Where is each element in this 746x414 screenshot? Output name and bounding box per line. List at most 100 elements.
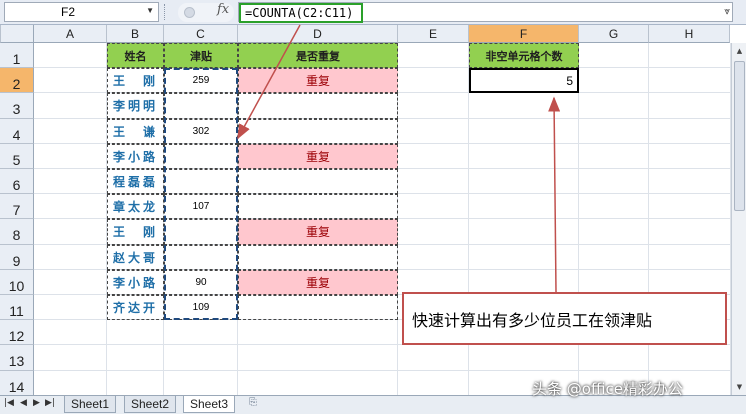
row-header-3[interactable]: 3 xyxy=(0,93,34,119)
cell[interactable] xyxy=(34,143,107,169)
column-header-d[interactable]: D xyxy=(238,25,398,43)
header-result[interactable]: 非空单元格个数 xyxy=(469,43,579,69)
column-header-f[interactable]: F xyxy=(469,25,579,43)
cell[interactable] xyxy=(164,370,238,396)
cell[interactable] xyxy=(398,370,469,396)
cell-duplicate[interactable] xyxy=(238,93,398,119)
cell[interactable] xyxy=(469,244,579,270)
cell[interactable] xyxy=(398,194,469,220)
cell[interactable] xyxy=(579,143,649,169)
prev-sheet-icon[interactable]: ◀ xyxy=(20,398,27,408)
cell-allowance[interactable]: 259 xyxy=(164,68,238,94)
cell[interactable] xyxy=(398,68,469,94)
cell[interactable] xyxy=(107,320,164,346)
cell[interactable] xyxy=(164,320,238,346)
cell[interactable] xyxy=(579,43,649,69)
cell[interactable] xyxy=(579,68,649,94)
cell[interactable] xyxy=(649,43,731,69)
cell-name[interactable]: 王 刚 xyxy=(107,219,164,245)
cell-allowance[interactable]: 107 xyxy=(164,194,238,220)
cell[interactable] xyxy=(649,68,731,94)
cell[interactable] xyxy=(34,219,107,245)
column-header-b[interactable]: B xyxy=(107,25,164,43)
cell-name[interactable]: 王 谦 xyxy=(107,118,164,144)
cell[interactable] xyxy=(398,93,469,119)
row-header-10[interactable]: 10 xyxy=(0,269,34,295)
header-allowance[interactable]: 津贴 xyxy=(164,43,238,69)
scroll-up-icon[interactable]: ▲ xyxy=(733,44,746,58)
cell-duplicate[interactable] xyxy=(238,244,398,270)
tab-sheet3[interactable]: Sheet3 xyxy=(183,396,236,413)
cell[interactable] xyxy=(649,194,731,220)
cell-name[interactable]: 齐达开 xyxy=(107,295,164,321)
cell[interactable] xyxy=(34,68,107,94)
cell[interactable] xyxy=(34,370,107,396)
cell-name[interactable]: 王 刚 xyxy=(107,68,164,94)
row-header-11[interactable]: 11 xyxy=(0,295,34,321)
cell-name[interactable]: 李明明 xyxy=(107,93,164,119)
cell[interactable] xyxy=(398,244,469,270)
cell[interactable] xyxy=(579,169,649,195)
tab-sheet2[interactable]: Sheet2 xyxy=(124,396,177,413)
cell[interactable] xyxy=(649,244,731,270)
cell[interactable] xyxy=(34,118,107,144)
scroll-thumb[interactable] xyxy=(734,61,745,211)
insert-function-icon[interactable]: fx xyxy=(217,2,229,17)
header-duplicate[interactable]: 是否重复 xyxy=(238,43,398,69)
cell[interactable] xyxy=(34,93,107,119)
cell[interactable] xyxy=(649,118,731,144)
cancel-dot-icon[interactable] xyxy=(184,7,195,18)
cell[interactable] xyxy=(469,143,579,169)
cell-name[interactable]: 李小路 xyxy=(107,269,164,295)
cell[interactable] xyxy=(579,93,649,119)
cell-duplicate[interactable]: 重复 xyxy=(238,143,398,169)
row-header-12[interactable]: 12 xyxy=(0,320,34,346)
cell[interactable] xyxy=(469,169,579,195)
row-header-9[interactable]: 9 xyxy=(0,244,34,270)
formula-input[interactable]: =COUNTA(C2:C11) ⩔ xyxy=(238,2,733,23)
cell-allowance[interactable] xyxy=(164,143,238,169)
formula-bar-separator[interactable] xyxy=(164,4,170,20)
expand-formula-icon[interactable]: ⩔ xyxy=(724,6,730,17)
cell-allowance[interactable] xyxy=(164,93,238,119)
cell[interactable] xyxy=(579,118,649,144)
cell[interactable] xyxy=(649,143,731,169)
cell-duplicate[interactable] xyxy=(238,295,398,321)
cell-name[interactable]: 章太龙 xyxy=(107,194,164,220)
cell-duplicate[interactable]: 重复 xyxy=(238,269,398,295)
row-header-6[interactable]: 6 xyxy=(0,169,34,195)
cell[interactable] xyxy=(579,219,649,245)
cell[interactable] xyxy=(398,43,469,69)
cell[interactable] xyxy=(34,345,107,371)
cell[interactable] xyxy=(34,169,107,195)
cell[interactable] xyxy=(579,345,649,371)
scroll-down-icon[interactable]: ▼ xyxy=(733,380,746,394)
column-header-e[interactable]: E xyxy=(398,25,469,43)
cell-allowance[interactable]: 109 xyxy=(164,295,238,321)
cell[interactable] xyxy=(398,169,469,195)
select-all-corner[interactable] xyxy=(0,25,34,43)
cell[interactable] xyxy=(238,370,398,396)
cell-name[interactable]: 程磊磊 xyxy=(107,169,164,195)
cell-allowance[interactable] xyxy=(164,169,238,195)
cell-name[interactable]: 李小路 xyxy=(107,143,164,169)
cell[interactable] xyxy=(579,194,649,220)
insert-sheet-icon[interactable]: ⎘ xyxy=(243,397,263,412)
cell[interactable] xyxy=(398,219,469,245)
column-header-a[interactable]: A xyxy=(34,25,107,43)
cell[interactable] xyxy=(238,345,398,371)
row-header-2[interactable]: 2 xyxy=(0,68,34,94)
cell[interactable] xyxy=(398,345,469,371)
cell[interactable] xyxy=(34,244,107,270)
cell-duplicate[interactable]: 重复 xyxy=(238,68,398,94)
row-header-13[interactable]: 13 xyxy=(0,345,34,371)
cell-allowance[interactable]: 302 xyxy=(164,118,238,144)
cell[interactable] xyxy=(238,320,398,346)
cell[interactable] xyxy=(34,194,107,220)
column-header-c[interactable]: C xyxy=(164,25,238,43)
cell[interactable] xyxy=(469,118,579,144)
vertical-scrollbar[interactable]: ▲ ▼ xyxy=(731,43,746,395)
cell[interactable] xyxy=(649,93,731,119)
row-header-1[interactable]: 1 xyxy=(0,43,34,69)
cell[interactable] xyxy=(107,345,164,371)
